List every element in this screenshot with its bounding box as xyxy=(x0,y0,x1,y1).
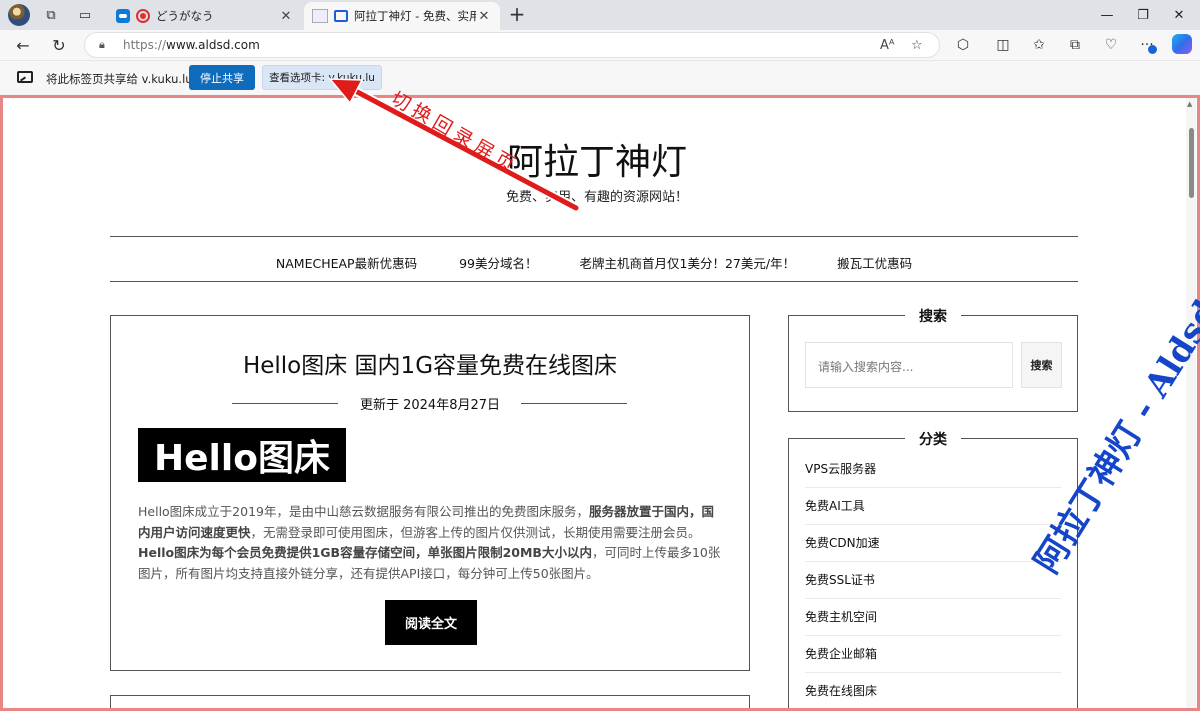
page-scrollbar[interactable]: ▲ xyxy=(1186,98,1196,708)
category-list: VPS云服务器 免费AI工具 免费CDN加速 免费SSL证书 免费主机空间 免费… xyxy=(805,451,1061,708)
back-icon[interactable]: ← xyxy=(11,34,35,56)
category-item[interactable]: VPS云服务器 xyxy=(805,451,1061,488)
category-item[interactable]: 免费SSL证书 xyxy=(805,562,1061,599)
post-excerpt: Hello图床成立于2019年，是由中山慈云数据服务有限公司推出的免费图床服务，… xyxy=(138,504,721,581)
menu-item-namecheap[interactable]: NAMECHEAP最新优惠码 xyxy=(276,253,417,273)
share-bar: 将此标签页共享给 v.kuku.lu 停止共享 查看选项卡: v.kuku.lu xyxy=(0,60,1200,94)
tab-title: 阿拉丁神灯 - 免费、实用、有趣的资源网站 xyxy=(354,9,476,23)
category-item[interactable]: 免费在线图床 xyxy=(805,673,1061,708)
tab-strip: ⧉ ▭ どうがなう ✕ 阿拉丁神灯 - 免费、实用、有趣的资源网站 ✕ + — … xyxy=(0,0,1200,30)
next-post-card xyxy=(110,695,750,708)
read-aloud-icon[interactable]: Aᴬ xyxy=(880,38,895,53)
site-title[interactable]: 阿拉丁神灯 xyxy=(3,133,1191,185)
close-tab-icon[interactable]: ✕ xyxy=(278,9,294,24)
stop-sharing-button[interactable]: 停止共享 xyxy=(189,65,255,90)
post-card: Hello图床 国内1G容量免费在线图床 更新于 2024年8月27日 Hell… xyxy=(110,315,750,671)
category-item[interactable]: 免费企业邮箱 xyxy=(805,636,1061,673)
tab-dougano[interactable]: どうがなう ✕ xyxy=(108,2,302,30)
category-widget: 分类 VPS云服务器 免费AI工具 免费CDN加速 免费SSL证书 免费主机空间… xyxy=(788,432,1078,708)
menu-item-bandwagon[interactable]: 搬瓦工优惠码 xyxy=(837,253,912,273)
close-window-button[interactable]: ✕ xyxy=(1156,0,1200,30)
scroll-up-icon[interactable]: ▲ xyxy=(1187,100,1192,108)
browser-essentials-icon[interactable]: ♡ xyxy=(1100,35,1122,55)
read-more-button[interactable]: 阅读全文 xyxy=(385,600,477,645)
profile-avatar[interactable] xyxy=(8,4,30,26)
category-item[interactable]: 免费主机空间 xyxy=(805,599,1061,636)
scrollbar-thumb[interactable] xyxy=(1189,128,1194,198)
url-text: https://www.aldsd.com xyxy=(123,38,260,52)
tab-title: どうがなう xyxy=(156,9,214,23)
menu-divider-top xyxy=(110,236,1078,237)
search-widget: 搜索 请输入搜索内容... 搜索 xyxy=(788,309,1078,412)
screen-share-icon xyxy=(17,71,33,83)
main-menu: NAMECHEAP最新优惠码 99美分域名！ 老牌主机商首月仅1美分！27美元/… xyxy=(110,253,1078,273)
share-message: 将此标签页共享给 v.kuku.lu xyxy=(46,72,193,86)
close-tab-icon[interactable]: ✕ xyxy=(476,9,492,24)
new-tab-button[interactable]: + xyxy=(506,4,528,26)
recording-icon xyxy=(136,9,150,23)
search-button[interactable]: 搜索 xyxy=(1021,342,1062,388)
view-tab-button[interactable]: 查看选项卡: v.kuku.lu xyxy=(262,65,382,90)
category-widget-title: 分类 xyxy=(905,432,961,448)
site-subtitle: 免费、实用、有趣的资源网站！ xyxy=(505,190,688,205)
menu-divider-bottom xyxy=(110,281,1078,282)
notification-badge-icon xyxy=(1148,45,1157,54)
date-rule-right xyxy=(521,403,627,404)
favorite-icon[interactable]: ☆ xyxy=(911,38,923,53)
split-screen-icon[interactable]: ◫ xyxy=(992,35,1014,55)
favorites-icon[interactable]: ✩ xyxy=(1028,35,1050,55)
extensions-icon[interactable]: ⬡ xyxy=(952,35,974,55)
screen-share-icon xyxy=(334,10,348,22)
post-date: 更新于 2024年8月27日 xyxy=(359,398,501,413)
tab-favicon-icon xyxy=(312,9,328,23)
post-title[interactable]: Hello图床 国内1G容量免费在线图床 xyxy=(111,346,749,380)
category-item[interactable]: 免费AI工具 xyxy=(805,488,1061,525)
tab-favicon-icon xyxy=(116,9,130,23)
post-thumbnail[interactable]: Hello图床 xyxy=(138,428,346,482)
copilot-icon[interactable] xyxy=(1172,34,1192,54)
search-widget-title: 搜索 xyxy=(905,309,961,325)
search-input[interactable]: 请输入搜索内容... xyxy=(805,342,1013,388)
collections-icon[interactable]: ⧉ xyxy=(1064,35,1086,55)
navigation-bar: ← ↻ 🔒︎ https://www.aldsd.com Aᴬ ☆ ⬡ ◫ ✩ … xyxy=(0,30,1200,60)
tab-aldsd[interactable]: 阿拉丁神灯 - 免费、实用、有趣的资源网站 ✕ xyxy=(304,2,500,30)
refresh-icon[interactable]: ↻ xyxy=(47,34,71,56)
lock-icon[interactable]: 🔒︎ xyxy=(99,38,105,52)
web-content: 阿拉丁神灯 免费、实用、有趣的资源网站！ NAMECHEAP最新优惠码 99美分… xyxy=(0,95,1200,711)
workspaces-icon[interactable]: ⧉ xyxy=(40,5,62,25)
tab-actions-icon[interactable]: ▭ xyxy=(74,5,96,25)
address-bar[interactable]: 🔒︎ https://www.aldsd.com Aᴬ ☆ xyxy=(84,32,940,58)
menu-item-hosting[interactable]: 老牌主机商首月仅1美分！27美元/年！ xyxy=(580,253,796,273)
menu-item-domain[interactable]: 99美分域名！ xyxy=(459,253,537,273)
